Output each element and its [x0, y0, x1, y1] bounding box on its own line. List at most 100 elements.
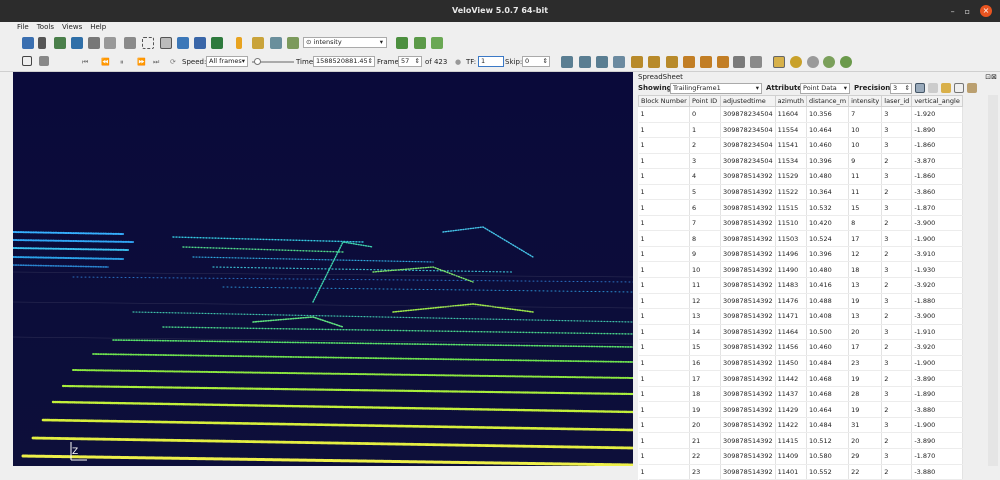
table-cell[interactable]: 3 [881, 168, 913, 185]
table-cell[interactable]: 3 [689, 153, 721, 170]
table-cell[interactable]: 3 [881, 386, 913, 403]
fixed-notation-icon[interactable] [915, 83, 925, 93]
table-cell[interactable]: 14 [689, 324, 721, 341]
table-cell[interactable]: 5 [689, 184, 721, 201]
table-cell[interactable]: 7 [689, 215, 721, 232]
table-row[interactable]: 1 15 309878514392 11456 10.460 17 2 -3.920 [638, 339, 963, 356]
crop-icon[interactable] [104, 37, 116, 49]
rotate-neg-x-icon[interactable] [683, 56, 695, 68]
table-cell[interactable]: 11442 [775, 370, 807, 387]
select-points-icon[interactable] [124, 37, 136, 49]
menu-tools[interactable]: Tools [37, 22, 54, 33]
rotate-x-icon[interactable] [631, 56, 643, 68]
table-cell[interactable]: 1 [638, 153, 690, 170]
col-header-distance[interactable]: distance_m [805, 95, 850, 107]
table-cell[interactable]: -3.900 [911, 308, 963, 325]
table-cell[interactable]: 309878234504 [720, 153, 776, 170]
color-by-select[interactable]: ⊙ intensity ▾ [303, 37, 387, 48]
table-cell[interactable]: 309878514392 [720, 324, 776, 341]
table-cell[interactable]: -1.930 [911, 261, 963, 279]
table-cell[interactable]: 10.460 [806, 339, 850, 356]
table-cell[interactable]: 309878514392 [720, 370, 776, 387]
table-cell[interactable]: 10.408 [806, 308, 850, 325]
table-cell[interactable]: 10.396 [806, 153, 850, 170]
table-cell[interactable]: 11429 [775, 401, 807, 418]
table-cell[interactable]: 8 [848, 215, 883, 232]
grid-icon[interactable] [252, 37, 264, 49]
table-cell[interactable]: 309878514392 [720, 261, 776, 279]
table-cell[interactable]: 13 [689, 308, 721, 325]
table-cell[interactable]: 10.396 [806, 246, 850, 263]
table-cell[interactable]: 1 [638, 246, 690, 263]
table-cell[interactable]: 20 [848, 432, 883, 450]
table-cell[interactable]: 11450 [775, 355, 807, 372]
table-cell[interactable]: 1 [638, 168, 690, 185]
table-cell[interactable]: 22 [848, 464, 883, 480]
table-cell[interactable]: 1 [638, 230, 690, 247]
table-cell[interactable]: -3.860 [911, 184, 963, 201]
table-cell[interactable]: 3 [881, 448, 913, 465]
table-cell[interactable]: 1 [638, 277, 690, 294]
table-cell[interactable]: -3.890 [911, 370, 963, 387]
time-slider[interactable] [252, 58, 294, 65]
table-cell[interactable]: 10.484 [806, 355, 850, 372]
table-cell[interactable]: 28 [848, 386, 883, 403]
tf-field[interactable]: 1 [478, 56, 504, 67]
table-cell[interactable]: 11464 [775, 324, 807, 341]
table-cell[interactable]: 1 [638, 464, 690, 480]
skip-field[interactable]: 0 ⇕ [522, 56, 550, 67]
menu-views[interactable]: Views [62, 22, 82, 33]
table-cell[interactable]: 10.552 [806, 464, 850, 480]
table-cell[interactable]: 10.480 [806, 261, 850, 279]
table-cell[interactable]: 3 [881, 199, 913, 216]
table-row[interactable]: 1 22 309878514392 11409 10.580 29 3 -1.870 [638, 448, 963, 465]
table-cell[interactable]: 2 [881, 246, 913, 263]
pick-cell-icon[interactable] [414, 37, 426, 49]
table-cell[interactable]: 309878514392 [720, 293, 776, 310]
table-row[interactable]: 1 20 309878514392 11422 10.484 31 3 -1.900 [638, 417, 963, 434]
menu-help[interactable]: Help [90, 22, 106, 33]
table-cell[interactable]: 10.532 [806, 199, 850, 216]
table-cell[interactable]: 4 [689, 168, 721, 185]
rotate-neg-z-icon[interactable] [717, 56, 729, 68]
previous-frame-icon[interactable]: ⏪ [101, 53, 110, 71]
python-icon[interactable] [177, 37, 189, 49]
table-cell[interactable]: 3 [881, 355, 913, 372]
layout-icon[interactable] [39, 56, 49, 66]
table-cell[interactable]: 1 [638, 401, 690, 418]
table-cell[interactable]: 1 [638, 199, 690, 216]
table-cell[interactable]: 19 [848, 293, 883, 310]
table-cell[interactable]: 11 [848, 184, 883, 201]
center-view-icon[interactable] [790, 56, 802, 68]
table-cell[interactable]: 309878514392 [720, 230, 776, 247]
table-cell[interactable]: -3.920 [911, 277, 963, 294]
col-header-laser-id[interactable]: laser_id [881, 95, 913, 107]
record-icon[interactable]: ● [455, 53, 461, 71]
table-cell[interactable]: 18 [848, 261, 883, 279]
table-cell[interactable]: 13 [848, 308, 883, 325]
table-cell[interactable]: 2 [881, 401, 913, 418]
export-spreadsheet-icon[interactable] [967, 83, 977, 93]
table-cell[interactable]: 309878514392 [720, 168, 776, 185]
table-cell[interactable]: 10.416 [806, 277, 850, 294]
table-cell[interactable]: 309878514392 [720, 199, 776, 216]
table-row[interactable]: 1 10 309878514392 11490 10.480 18 3 -1.930 [638, 261, 963, 279]
transform-icon[interactable] [270, 37, 282, 49]
table-cell[interactable]: -1.910 [911, 324, 963, 341]
table-cell[interactable]: 11604 [775, 106, 807, 123]
table-cell[interactable]: 1 [638, 106, 690, 123]
table-cell[interactable]: 1 [638, 355, 690, 372]
rotate-y-icon[interactable] [648, 56, 660, 68]
table-cell[interactable]: 1 [638, 386, 690, 403]
last-frame-icon[interactable]: ⏭ [153, 53, 159, 71]
table-cell[interactable]: -1.890 [911, 122, 963, 139]
table-cell[interactable]: 20 [689, 417, 721, 434]
table-row[interactable]: 1 21 309878514392 11415 10.512 20 2 -3.890 [638, 432, 963, 450]
rotate-90-icon[interactable] [733, 56, 745, 68]
table-cell[interactable]: 17 [689, 370, 721, 387]
table-cell[interactable]: 309878514392 [720, 308, 776, 325]
table-cell[interactable]: 20 [848, 324, 883, 341]
table-cell[interactable]: 15 [689, 339, 721, 356]
table-cell[interactable]: 31 [848, 417, 883, 434]
table-cell[interactable]: 18 [689, 386, 721, 403]
